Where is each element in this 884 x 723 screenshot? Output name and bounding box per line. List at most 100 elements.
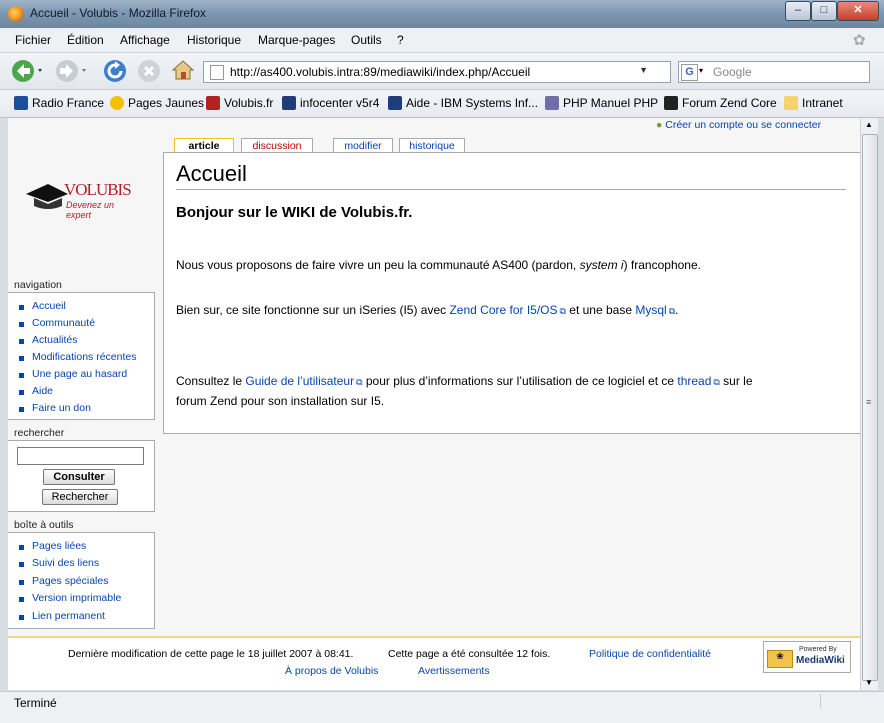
tool-lien-permanent[interactable]: Lien permanent xyxy=(19,610,105,622)
menu-edition[interactable]: Édition xyxy=(67,33,104,47)
tool-pages-speciales[interactable]: Pages spéciales xyxy=(18,575,108,587)
mediawiki-sunflower-icon: ❀ xyxy=(767,650,793,668)
navigation-heading: navigation xyxy=(14,279,62,291)
menu-historique[interactable]: Historique xyxy=(187,33,241,47)
minimize-button[interactable]: – xyxy=(785,1,811,21)
bookmark-aide-ibm[interactable]: Aide - IBM Systems Inf... xyxy=(388,96,538,110)
stop-icon[interactable] xyxy=(137,59,161,83)
privacy-link[interactable]: Politique de confidentialité xyxy=(589,648,711,660)
home-icon[interactable] xyxy=(171,58,195,82)
scroll-down-icon[interactable]: ▼ xyxy=(865,678,873,687)
rechercher-button[interactable]: Rechercher xyxy=(42,489,118,505)
wiki-search-input[interactable] xyxy=(17,447,144,465)
nav-communaute[interactable]: Communauté xyxy=(18,317,95,329)
search-placeholder: Google xyxy=(713,65,752,79)
menu-bar: Fichier Édition Affichage Historique Mar… xyxy=(0,28,884,53)
nav-actualites[interactable]: Actualités xyxy=(19,334,78,346)
tool-pages-liees[interactable]: Pages liées xyxy=(18,540,86,552)
window-titlebar: Accueil - Volubis - Mozilla Firefox – □ … xyxy=(0,0,884,28)
page-footer: Dernière modification de cette page le 1… xyxy=(8,636,860,690)
thread-link[interactable]: thread xyxy=(677,374,719,388)
tab-modifier[interactable]: modifier xyxy=(333,138,393,153)
menu-marque-pages[interactable]: Marque-pages xyxy=(258,33,335,47)
engine-dropdown-icon[interactable]: ▾ xyxy=(699,66,703,75)
paragraph-1: Nous vous proposons de faire vivre un pe… xyxy=(176,258,701,272)
bookmark-zend[interactable]: Forum Zend Core xyxy=(664,96,777,110)
close-button[interactable]: ✕ xyxy=(837,1,879,21)
mediawiki-badge[interactable]: ❀ Powered By MediaWiki xyxy=(763,641,851,673)
page-icon xyxy=(210,65,224,80)
tab-discussion[interactable]: discussion xyxy=(241,138,313,153)
bookmark-radio-france[interactable]: Radio France xyxy=(14,96,104,110)
page-title: Accueil xyxy=(176,161,247,186)
php-icon xyxy=(545,96,559,110)
user-guide-link[interactable]: Guide de l’utilisateur xyxy=(245,374,362,388)
consulter-button[interactable]: Consulter xyxy=(43,469,115,485)
view-count-text: Cette page a été consultée 12 fois. xyxy=(388,648,551,660)
maximize-button[interactable]: □ xyxy=(811,1,837,21)
last-modified-text: Dernière modification de cette page le 1… xyxy=(68,648,354,660)
article-heading: Bonjour sur le WIKI de Volubis.fr. xyxy=(176,204,413,221)
volubis-icon xyxy=(206,96,220,110)
url-bar[interactable]: http://as400.volubis.intra:89/mediawiki/… xyxy=(203,61,671,83)
window-title: Accueil - Volubis - Mozilla Firefox xyxy=(30,6,207,20)
menu-outils[interactable]: Outils xyxy=(351,33,382,47)
back-icon[interactable] xyxy=(11,59,43,83)
status-bar: Terminé xyxy=(0,691,884,723)
ibm-icon xyxy=(388,96,402,110)
folder-icon xyxy=(784,96,798,110)
firefox-icon xyxy=(8,6,24,22)
page-viewport: VOLUBIS Devenez un expert ● Créer un com… xyxy=(8,118,860,690)
url-dropdown-icon[interactable]: ▼ xyxy=(639,65,648,75)
ibm-icon xyxy=(282,96,296,110)
volubis-logo[interactable]: VOLUBIS Devenez un expert xyxy=(24,178,134,220)
tool-version-imprimable[interactable]: Version imprimable xyxy=(18,592,121,604)
pages-jaunes-icon xyxy=(110,96,124,110)
bookmarks-toolbar: Radio France Pages Jaunes Volubis.fr inf… xyxy=(0,90,884,118)
menu-fichier[interactable]: Fichier xyxy=(15,33,51,47)
logo-tagline: Devenez un expert xyxy=(66,200,115,220)
vertical-scrollbar[interactable]: ▲ ≡ ▼ xyxy=(860,118,878,690)
logo-brand: VOLUBIS xyxy=(64,180,132,199)
zend-core-link[interactable]: Zend Core for I5/OS xyxy=(449,303,565,317)
forward-icon[interactable] xyxy=(55,59,87,83)
tools-portlet: Pages liées Suivi des liens Pages spécia… xyxy=(8,532,155,629)
nav-modifications-recentes[interactable]: Modifications récentes xyxy=(18,351,136,363)
radio-icon xyxy=(14,96,28,110)
menu-affichage[interactable]: Affichage xyxy=(120,33,170,47)
title-divider xyxy=(176,189,846,190)
login-link[interactable]: ● Créer un compte ou se connecter xyxy=(656,119,821,131)
tab-historique[interactable]: historique xyxy=(399,138,465,153)
tools-heading: boîte à outils xyxy=(14,519,74,531)
google-icon[interactable]: G xyxy=(681,64,698,81)
disclaimer-link[interactable]: Avertissements xyxy=(418,665,490,677)
bookmark-infocenter[interactable]: infocenter v5r4 xyxy=(282,96,379,110)
scroll-thumb[interactable]: ≡ xyxy=(862,134,878,681)
search-portlet: Consulter Rechercher xyxy=(8,440,155,512)
nav-accueil[interactable]: Accueil xyxy=(19,300,66,312)
bookmark-volubis[interactable]: Volubis.fr xyxy=(206,96,273,110)
bookmark-pages-jaunes[interactable]: Pages Jaunes xyxy=(110,96,204,110)
about-link[interactable]: À propos de Volubis xyxy=(285,665,378,677)
bookmark-php[interactable]: PHP Manuel PHP xyxy=(545,96,658,110)
paragraph-2: Bien sur, ce site fonctionne sur un iSer… xyxy=(176,303,678,317)
status-panel xyxy=(820,694,881,708)
nav-page-au-hasard[interactable]: Une page au hasard xyxy=(18,368,127,380)
tool-suivi-des-liens[interactable]: Suivi des liens xyxy=(18,557,99,569)
search-bar[interactable]: G ▾ Google xyxy=(678,61,870,83)
paragraph-3: Consultez le Guide de l’utilisateur pour… xyxy=(176,372,753,411)
user-icon: ● xyxy=(656,119,663,131)
scroll-up-icon[interactable]: ▲ xyxy=(865,120,873,129)
search-heading: rechercher xyxy=(14,427,65,439)
bookmark-intranet[interactable]: Intranet xyxy=(784,96,843,110)
mysql-link[interactable]: Mysql xyxy=(635,303,675,317)
menu-help[interactable]: ? xyxy=(397,33,404,47)
reload-icon[interactable] xyxy=(103,59,127,83)
nav-faire-un-don[interactable]: Faire un don xyxy=(19,402,91,414)
nav-aide[interactable]: Aide xyxy=(18,385,53,397)
zend-icon xyxy=(664,96,678,110)
navigation-portlet: Accueil Communauté Actualités Modificati… xyxy=(8,292,155,420)
status-text: Terminé xyxy=(14,696,57,710)
throbber-icon: ✿ xyxy=(853,32,866,49)
article-content: Accueil Bonjour sur le WIKI de Volubis.f… xyxy=(163,152,860,434)
